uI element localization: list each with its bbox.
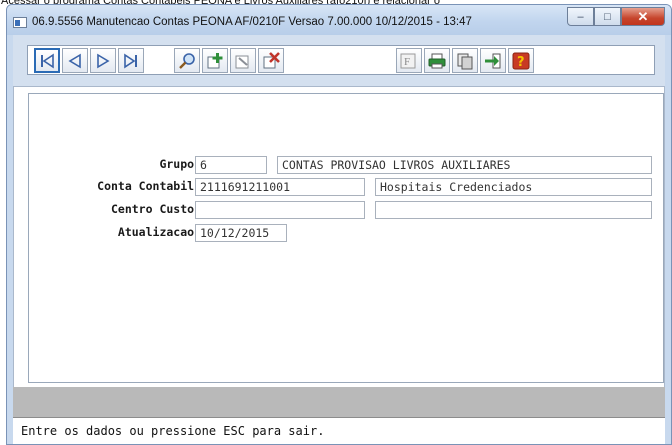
first-record-icon (41, 53, 54, 68)
next-record-icon (97, 53, 110, 68)
conta-contabil-code-field[interactable]: 2111691211001 (195, 178, 365, 196)
svg-text:F: F (404, 56, 410, 68)
first-record-button[interactable] (34, 48, 60, 73)
atualizacao-date-field[interactable]: 10/12/2015 (195, 224, 287, 242)
exit-icon (485, 53, 501, 68)
edit-icon (235, 55, 249, 68)
delete-icon (263, 51, 280, 68)
centro-custo-description-field[interactable] (375, 201, 652, 219)
filter-button[interactable]: F (396, 48, 422, 73)
add-icon (207, 52, 223, 68)
last-record-icon (124, 53, 137, 68)
status-bar: Entre os dados ou pressione ESC para sai… (13, 417, 665, 444)
status-message: Entre os dados ou pressione ESC para sai… (21, 424, 325, 438)
app-window-icon (13, 17, 27, 28)
search-icon (179, 52, 195, 69)
centro-custo-label: Centro Custo: (110, 202, 201, 216)
conta-contabil-label: Conta Contabil: (97, 179, 201, 193)
exit-button[interactable] (480, 48, 506, 73)
window-title: 06.9.5556 Manutencao Contas PEONA AF/021… (32, 16, 472, 28)
last-record-button[interactable] (118, 48, 144, 73)
help-button[interactable]: ? (508, 48, 534, 73)
copy-icon (457, 53, 473, 69)
svg-text:?: ? (517, 55, 525, 70)
grupo-description-field[interactable]: CONTAS PROVISAO LIVROS AUXILIARES (277, 156, 652, 174)
centro-custo-code-field[interactable] (195, 201, 365, 219)
print-button[interactable] (424, 48, 450, 73)
delete-button[interactable] (258, 48, 284, 73)
grupo-code-field[interactable]: 6 (195, 156, 267, 174)
maximize-button[interactable]: □ (594, 7, 621, 26)
window-controls: ‒ □ ✕ (567, 7, 665, 26)
filter-icon: F (400, 53, 416, 68)
help-icon: ? (512, 52, 530, 70)
application-window: 06.9.5556 Manutencao Contas PEONA AF/021… (6, 4, 672, 445)
copy-button[interactable] (452, 48, 478, 73)
browse-area (13, 387, 665, 417)
atualizacao-label: Atualizacao: (117, 225, 201, 239)
toolbar: F ? (27, 45, 655, 75)
conta-contabil-description-field[interactable]: Hospitais Credenciados (375, 178, 652, 196)
previous-record-icon (68, 53, 81, 68)
printer-icon (428, 53, 446, 68)
record-form: Grupo: 6 CONTAS PROVISAO LIVROS AUXILIAR… (28, 93, 664, 383)
next-record-button[interactable] (90, 48, 116, 73)
minimize-button[interactable]: ‒ (567, 7, 594, 26)
form-panel: Grupo: 6 CONTAS PROVISAO LIVROS AUXILIAR… (13, 87, 665, 387)
search-button[interactable] (174, 48, 200, 73)
previous-record-button[interactable] (62, 48, 88, 73)
title-bar[interactable]: 06.9.5556 Manutencao Contas PEONA AF/021… (7, 5, 671, 35)
edit-button[interactable] (230, 48, 256, 73)
add-button[interactable] (202, 48, 228, 73)
toolbar-area: F ? (13, 35, 665, 87)
close-button[interactable]: ✕ (621, 7, 665, 26)
